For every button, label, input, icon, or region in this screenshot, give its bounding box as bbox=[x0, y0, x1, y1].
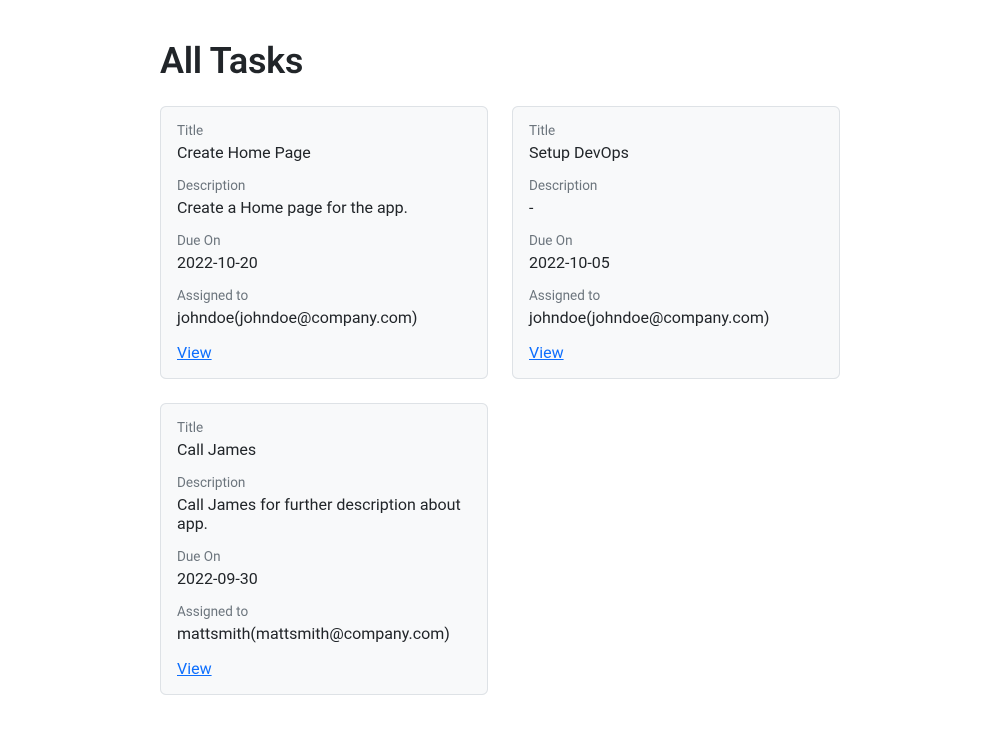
task-card: Title Create Home Page Description Creat… bbox=[160, 106, 488, 379]
description-label: Description bbox=[529, 178, 823, 194]
assigned-to-label: Assigned to bbox=[177, 604, 471, 620]
due-on-label: Due On bbox=[529, 233, 823, 249]
assigned-to-label: Assigned to bbox=[529, 288, 823, 304]
task-card: Title Call James Description Call James … bbox=[160, 403, 488, 695]
description-label: Description bbox=[177, 475, 471, 491]
task-card: Title Setup DevOps Description - Due On … bbox=[512, 106, 840, 379]
title-value: Setup DevOps bbox=[529, 143, 823, 162]
assigned-to-value: johndoe(johndoe@company.com) bbox=[529, 308, 823, 327]
assigned-to-value: johndoe(johndoe@company.com) bbox=[177, 308, 471, 327]
due-on-value: 2022-10-20 bbox=[177, 253, 471, 272]
view-link[interactable]: View bbox=[177, 659, 212, 678]
description-label: Description bbox=[177, 178, 471, 194]
description-value: - bbox=[529, 198, 823, 217]
description-value: Call James for further description about… bbox=[177, 495, 471, 533]
task-grid: Title Create Home Page Description Creat… bbox=[160, 106, 840, 695]
due-on-label: Due On bbox=[177, 233, 471, 249]
page-title: All Tasks bbox=[160, 40, 840, 82]
due-on-value: 2022-09-30 bbox=[177, 569, 471, 588]
assigned-to-label: Assigned to bbox=[177, 288, 471, 304]
title-value: Create Home Page bbox=[177, 143, 471, 162]
assigned-to-value: mattsmith(mattsmith@company.com) bbox=[177, 624, 471, 643]
view-link[interactable]: View bbox=[177, 343, 212, 362]
view-link[interactable]: View bbox=[529, 343, 564, 362]
due-on-label: Due On bbox=[177, 549, 471, 565]
title-label: Title bbox=[177, 123, 471, 139]
due-on-value: 2022-10-05 bbox=[529, 253, 823, 272]
title-value: Call James bbox=[177, 440, 471, 459]
title-label: Title bbox=[529, 123, 823, 139]
description-value: Create a Home page for the app. bbox=[177, 198, 471, 217]
title-label: Title bbox=[177, 420, 471, 436]
